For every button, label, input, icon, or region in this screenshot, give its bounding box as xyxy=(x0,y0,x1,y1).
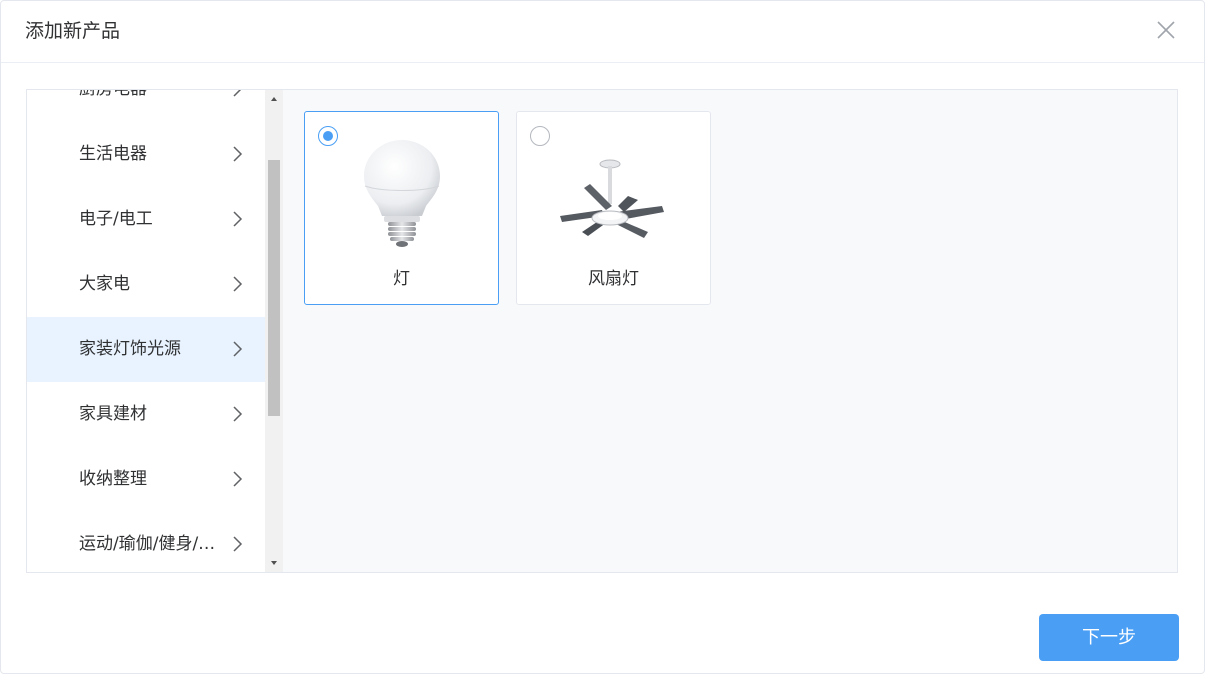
chevron-right-icon xyxy=(233,341,243,357)
chevron-right-icon xyxy=(233,536,243,552)
product-card-fan-light[interactable]: 风扇灯 xyxy=(516,111,711,305)
category-label: 厨房电器 xyxy=(79,90,147,101)
category-item-living-appliances[interactable]: 生活电器 xyxy=(27,122,265,187)
dialog-title: 添加新产品 xyxy=(25,20,121,42)
product-card-light[interactable]: 灯 xyxy=(304,111,499,305)
close-button[interactable] xyxy=(1153,17,1179,43)
product-panel: 灯 风扇灯 xyxy=(283,90,1177,572)
category-label: 运动/瑜伽/健身/… xyxy=(79,534,216,554)
chevron-right-icon xyxy=(233,211,243,227)
scrollbar-thumb[interactable] xyxy=(268,160,280,416)
product-name: 风扇灯 xyxy=(588,269,639,289)
scroll-down-arrow-icon[interactable] xyxy=(269,558,279,568)
chevron-right-icon xyxy=(233,90,242,97)
category-item-sports[interactable]: 运动/瑜伽/健身/… xyxy=(27,512,265,572)
chevron-right-icon xyxy=(233,146,243,162)
category-panel: 厨房电器 生活电器 电子/电工 大家电 家装灯饰光源 xyxy=(27,90,284,572)
category-item-kitchen[interactable]: 厨房电器 xyxy=(27,90,265,122)
category-label: 收纳整理 xyxy=(79,469,147,489)
category-list: 厨房电器 生活电器 电子/电工 大家电 家装灯饰光源 xyxy=(27,90,265,572)
category-label: 大家电 xyxy=(79,274,130,294)
product-name: 灯 xyxy=(393,269,410,289)
content-area: 厨房电器 生活电器 电子/电工 大家电 家装灯饰光源 xyxy=(26,89,1178,573)
category-label: 生活电器 xyxy=(79,144,147,164)
chevron-right-icon xyxy=(233,406,243,422)
category-item-furniture[interactable]: 家具建材 xyxy=(27,382,265,447)
category-label: 家具建材 xyxy=(79,404,147,424)
category-item-lighting[interactable]: 家装灯饰光源 xyxy=(27,317,265,382)
close-icon xyxy=(1157,21,1175,39)
category-label: 电子/电工 xyxy=(79,209,153,229)
category-scrollbar[interactable] xyxy=(265,90,283,572)
scroll-up-arrow-icon[interactable] xyxy=(269,94,279,104)
ceiling-fan-light-icon xyxy=(560,159,664,238)
add-product-dialog: 添加新产品 厨房电器 生活电器 电子/电工 xyxy=(0,0,1205,674)
chevron-right-icon xyxy=(233,471,243,487)
light-bulb-icon xyxy=(364,140,440,247)
category-item-storage[interactable]: 收纳整理 xyxy=(27,447,265,512)
category-item-major-appliances[interactable]: 大家电 xyxy=(27,252,265,317)
product-radio-light[interactable] xyxy=(318,126,338,146)
next-step-button[interactable]: 下一步 xyxy=(1039,614,1179,661)
product-radio-fan-light[interactable] xyxy=(530,126,550,146)
category-item-electronics[interactable]: 电子/电工 xyxy=(27,187,265,252)
category-label: 家装灯饰光源 xyxy=(79,339,181,359)
dialog-header: 添加新产品 xyxy=(1,1,1204,63)
chevron-right-icon xyxy=(233,276,243,292)
